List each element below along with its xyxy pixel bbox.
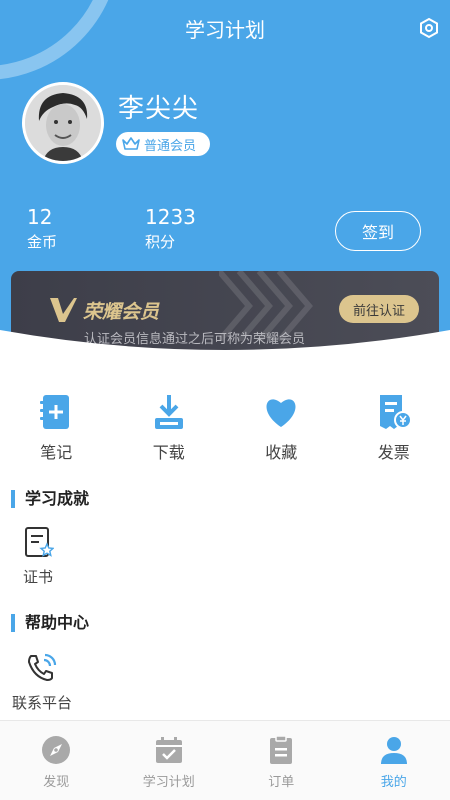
bottom-tab-bar: 发现 学习计划 订单 我的 (0, 720, 450, 800)
tab-label: 学习计划 (142, 775, 195, 790)
phone-icon (28, 653, 57, 681)
coins-stat[interactable]: 12 金币 (27, 205, 57, 252)
page-title: 学习计划 (185, 18, 265, 42)
download-icon (149, 392, 189, 432)
quick-action-invoice[interactable]: 发票 (338, 392, 450, 463)
tab-mine[interactable]: 我的 (338, 721, 450, 800)
certificate-label: 证书 (22, 568, 53, 586)
username: 李尖尖 (118, 94, 200, 124)
checkin-button[interactable]: 签到 (335, 211, 421, 251)
quick-action-download[interactable]: 下载 (113, 392, 226, 463)
quick-action-favorites[interactable]: 收藏 (225, 392, 338, 463)
heart-icon (261, 392, 301, 432)
invoice-icon (374, 392, 414, 432)
verify-button[interactable]: 前往认证 (339, 295, 419, 323)
quick-actions: 笔记 下载 收藏 发票 (0, 392, 450, 463)
note-add-icon (36, 392, 76, 432)
header-wave (0, 330, 450, 380)
tab-label: 我的 (380, 775, 407, 790)
quick-action-label: 收藏 (265, 443, 298, 462)
tab-study-plan[interactable]: 学习计划 (113, 721, 226, 800)
quick-action-notes[interactable]: 笔记 (0, 392, 113, 463)
certificate-tile[interactable]: 证书 (22, 526, 54, 587)
user-icon (380, 737, 407, 764)
points-label: 积分 (145, 233, 176, 251)
avatar[interactable] (22, 82, 104, 164)
member-level-label: 普通会员 (144, 138, 197, 154)
calendar-check-icon (155, 737, 182, 763)
certificate-icon (25, 527, 54, 557)
points-stat[interactable]: 1233 积分 (145, 205, 196, 252)
coins-label: 金币 (27, 233, 58, 251)
coins-value: 12 (27, 205, 53, 229)
contact-platform-label: 联系平台 (12, 694, 73, 712)
points-value: 1233 (145, 205, 196, 229)
tab-label: 订单 (268, 775, 295, 790)
vip-v-icon (50, 298, 77, 322)
member-level-badge[interactable]: 普通会员 (116, 132, 211, 156)
settings-icon[interactable] (418, 17, 440, 39)
tab-discover[interactable]: 发现 (0, 721, 113, 800)
quick-action-label: 笔记 (40, 443, 73, 462)
contact-platform-tile[interactable]: 联系平台 (12, 652, 72, 713)
section-title-help: 帮助中心 (11, 614, 89, 632)
profile-header: 学习计划 李尖尖 普通会员 12 金币 1233 积分 签到 荣耀会员 认证会员… (0, 0, 450, 372)
section-title-achievements: 学习成就 (11, 490, 89, 508)
compass-icon (42, 736, 71, 764)
tab-label: 发现 (43, 775, 70, 790)
vip-title: 荣耀会员 (83, 301, 160, 323)
quick-action-label: 发票 (377, 443, 410, 462)
crown-icon (122, 137, 140, 150)
quick-action-label: 下载 (152, 443, 185, 462)
tab-orders[interactable]: 订单 (225, 721, 338, 800)
clipboard-icon (270, 735, 293, 764)
